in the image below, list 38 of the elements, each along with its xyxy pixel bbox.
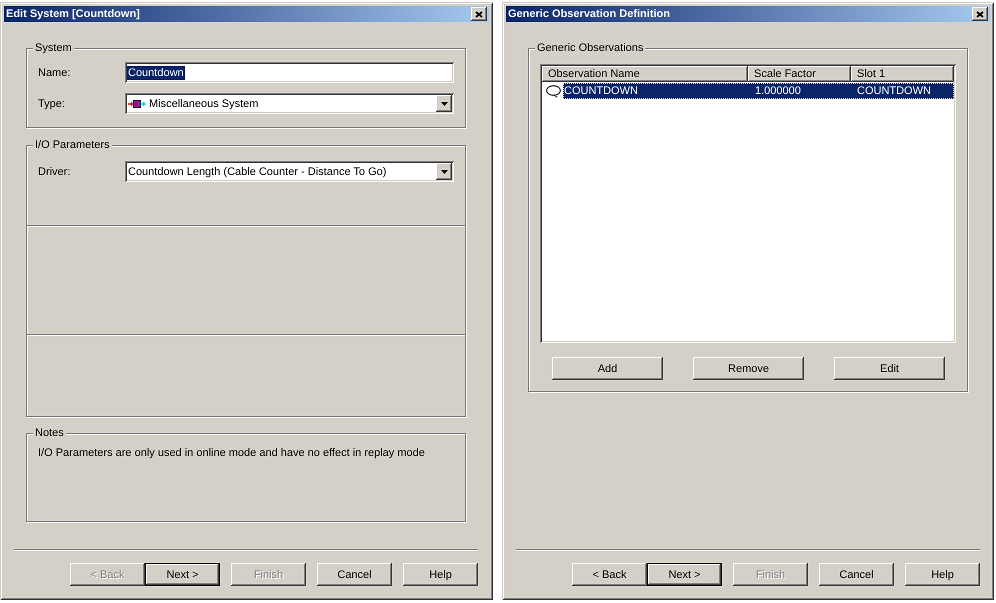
close-button[interactable] <box>471 7 487 21</box>
dialog-button[interactable]: Help <box>403 563 478 586</box>
caret-icon <box>440 170 448 174</box>
list-view[interactable]: Observation Name Scale Factor Slot 1 COUNTDOWN 1.000000 COUNTDOWN <box>540 64 956 343</box>
column-header[interactable]: Observation Name <box>542 66 748 82</box>
dialog-button[interactable]: < Back <box>572 563 647 586</box>
group-label: System <box>33 42 74 55</box>
speech-bubble-icon <box>546 84 561 98</box>
action-button[interactable]: Edit <box>834 357 945 380</box>
field-label: Name: <box>38 66 72 78</box>
field-label: Type: <box>38 98 66 110</box>
list-cell-text: COUNTDOWN <box>563 85 639 97</box>
dropdown-button[interactable] <box>436 163 452 180</box>
window-title: Generic Observation Definition <box>508 7 670 21</box>
notes-text: I/O Parameters are only used in online mode and have no effect in replay mode <box>38 447 426 460</box>
dropdown-field[interactable]: Miscellaneous System <box>125 93 454 114</box>
dialog-button[interactable]: Next > <box>647 563 722 586</box>
dialog-button[interactable]: Next > <box>145 563 220 586</box>
square-arrows-icon <box>128 98 146 108</box>
window-title: Edit System [Countdown] <box>6 7 140 21</box>
input-field[interactable]: Countdown <box>125 62 454 83</box>
list-cell-text: COUNTDOWN <box>856 85 932 97</box>
column-header[interactable]: Scale Factor <box>748 66 851 82</box>
list-row[interactable]: COUNTDOWN 1.000000 COUNTDOWN <box>563 83 954 99</box>
list-cell-text: 1.000000 <box>754 85 802 97</box>
dialog-button[interactable]: Cancel <box>819 563 894 586</box>
field-label: Driver: <box>38 166 72 178</box>
close-icon <box>976 10 984 18</box>
dialog-button[interactable]: Cancel <box>317 563 392 586</box>
dialog-button[interactable]: Help <box>905 563 980 586</box>
caret-icon <box>440 102 448 106</box>
dropdown-button[interactable] <box>436 95 452 112</box>
dropdown-field[interactable]: Countdown Length (Cable Counter - Distance To Go) <box>125 161 454 182</box>
close-icon <box>475 10 483 18</box>
close-button[interactable] <box>972 7 988 21</box>
action-button[interactable]: Remove <box>693 357 804 380</box>
column-header[interactable]: Slot 1 <box>851 66 954 82</box>
action-button[interactable]: Add <box>552 357 663 380</box>
